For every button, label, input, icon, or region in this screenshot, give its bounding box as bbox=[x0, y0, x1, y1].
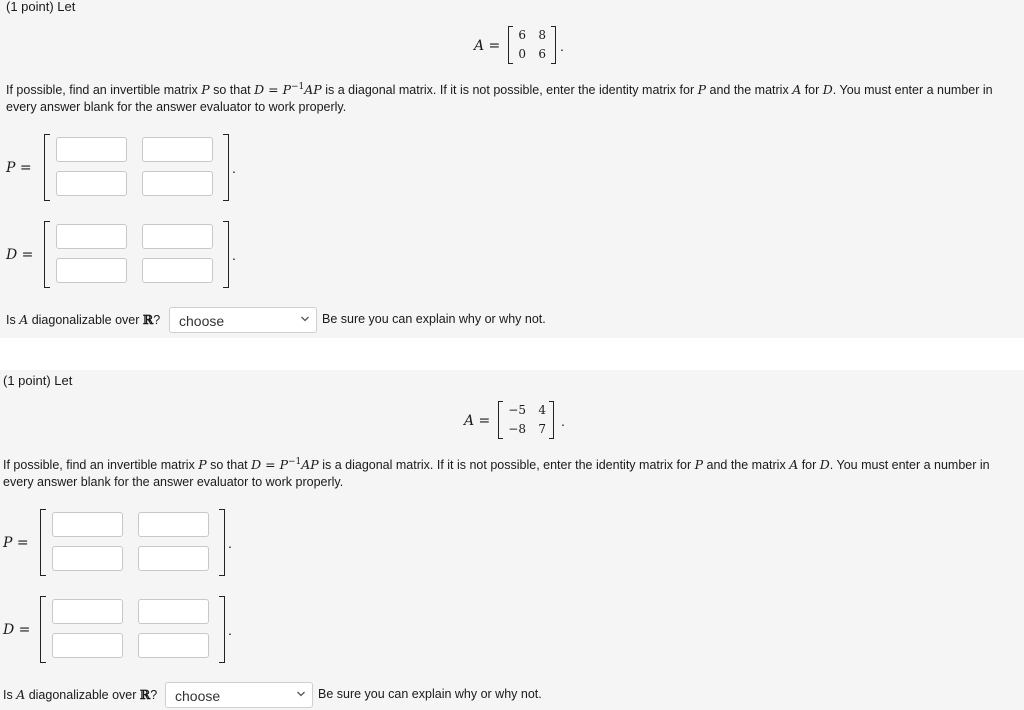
problem-1: (1 point) Let A = 6 8 0 6 . If possible,… bbox=[0, 0, 1024, 338]
p-entry-11[interactable] bbox=[52, 512, 123, 537]
matrix-a: −5 4 −8 7 bbox=[498, 401, 554, 439]
d-period: . bbox=[232, 247, 236, 263]
matrix-a-period: . bbox=[560, 38, 564, 54]
instructions: If possible, find an invertible matrix P… bbox=[6, 82, 993, 115]
d-period: . bbox=[228, 622, 232, 638]
d-left-bracket bbox=[40, 596, 46, 663]
p-entry-21[interactable] bbox=[52, 546, 123, 571]
d-entry-21[interactable] bbox=[56, 258, 127, 283]
explain-hint: Be sure you can explain why or why not. bbox=[322, 312, 546, 326]
d-entry-11[interactable] bbox=[52, 599, 123, 624]
problem-header: (1 point) Let bbox=[6, 0, 76, 14]
diagonalizable-select[interactable]: choose bbox=[169, 307, 317, 333]
d-entry-12[interactable] bbox=[138, 599, 209, 624]
p-entry-12[interactable] bbox=[138, 512, 209, 537]
d-entry-11[interactable] bbox=[56, 224, 127, 249]
p-entry-21[interactable] bbox=[56, 171, 127, 196]
chevron-down-icon bbox=[297, 691, 305, 697]
d-matrix-label: D = bbox=[3, 622, 31, 638]
p-left-bracket bbox=[44, 134, 50, 201]
p-right-bracket bbox=[223, 134, 229, 201]
chevron-down-icon bbox=[301, 316, 309, 322]
p-entry-22[interactable] bbox=[142, 171, 213, 196]
matrix-a-label: A = bbox=[474, 38, 501, 54]
d-right-bracket bbox=[223, 221, 229, 288]
right-bracket bbox=[549, 401, 554, 439]
p-right-bracket bbox=[219, 509, 225, 576]
d-entry-22[interactable] bbox=[138, 633, 209, 658]
matrix-a-cell: 8 bbox=[538, 28, 546, 42]
d-entry-22[interactable] bbox=[142, 258, 213, 283]
p-entry-12[interactable] bbox=[142, 137, 213, 162]
right-bracket bbox=[551, 26, 556, 64]
problem-2: (1 point) Let A = −5 4 −8 7 . If possibl… bbox=[0, 370, 1024, 710]
select-value: choose bbox=[175, 688, 221, 704]
p-period: . bbox=[232, 160, 236, 176]
explain-hint: Be sure you can explain why or why not. bbox=[318, 687, 542, 701]
matrix-a-cell: 6 bbox=[538, 47, 546, 61]
d-entry-21[interactable] bbox=[52, 633, 123, 658]
p-matrix-label: P = bbox=[3, 535, 29, 551]
p-left-bracket bbox=[40, 509, 46, 576]
d-matrix-label: D = bbox=[6, 247, 34, 263]
p-entry-11[interactable] bbox=[56, 137, 127, 162]
matrix-a-period: . bbox=[561, 413, 565, 429]
instructions: If possible, find an invertible matrix P… bbox=[3, 457, 990, 490]
d-entry-12[interactable] bbox=[142, 224, 213, 249]
diagonalizable-question: Is A diagonalizable over ℝ? bbox=[6, 312, 161, 327]
p-period: . bbox=[228, 535, 232, 551]
matrix-a-label: A = bbox=[464, 413, 491, 429]
p-matrix-label: P = bbox=[6, 160, 32, 176]
select-value: choose bbox=[179, 313, 225, 329]
diagonalizable-select[interactable]: choose bbox=[165, 682, 313, 708]
diagonalizable-question: Is A diagonalizable over ℝ? bbox=[3, 687, 158, 702]
matrix-a-cell: 7 bbox=[538, 422, 546, 436]
matrix-a-cell: 4 bbox=[538, 403, 546, 417]
matrix-a: 6 8 0 6 bbox=[508, 26, 556, 64]
problem-header: (1 point) Let bbox=[3, 373, 73, 388]
d-left-bracket bbox=[44, 221, 50, 288]
d-right-bracket bbox=[219, 596, 225, 663]
p-entry-22[interactable] bbox=[138, 546, 209, 571]
